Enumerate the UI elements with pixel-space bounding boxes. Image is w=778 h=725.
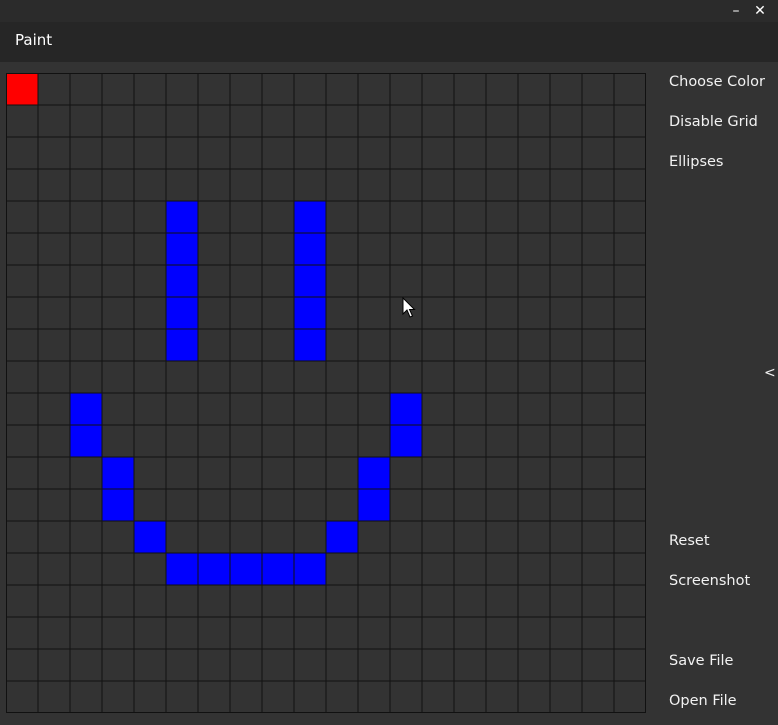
painted-cell[interactable] bbox=[166, 329, 198, 361]
painted-cell[interactable] bbox=[166, 201, 198, 233]
paint-canvas[interactable] bbox=[6, 73, 646, 713]
painted-cell[interactable] bbox=[166, 265, 198, 297]
painted-cell[interactable] bbox=[262, 553, 294, 585]
painted-cell[interactable] bbox=[166, 553, 198, 585]
painted-cell[interactable] bbox=[102, 457, 134, 489]
painted-cell[interactable] bbox=[166, 233, 198, 265]
screenshot-button[interactable]: Screenshot bbox=[669, 573, 750, 589]
painted-cell[interactable] bbox=[166, 297, 198, 329]
ellipses-button[interactable]: Ellipses bbox=[669, 154, 723, 170]
painted-cell[interactable] bbox=[390, 393, 422, 425]
painted-cell[interactable] bbox=[358, 489, 390, 521]
painted-cell[interactable] bbox=[6, 73, 38, 105]
save-file-button[interactable]: Save File bbox=[669, 653, 733, 669]
open-file-button[interactable]: Open File bbox=[669, 693, 737, 709]
painted-cell[interactable] bbox=[70, 425, 102, 457]
painted-cell[interactable] bbox=[102, 489, 134, 521]
app-title: Paint bbox=[15, 31, 53, 49]
pixel-grid[interactable] bbox=[6, 73, 646, 713]
painted-cell[interactable] bbox=[390, 425, 422, 457]
painted-cell[interactable] bbox=[294, 233, 326, 265]
mouse-cursor-icon bbox=[402, 297, 416, 318]
painted-cell[interactable] bbox=[294, 265, 326, 297]
close-icon[interactable]: ✕ bbox=[749, 0, 771, 22]
painted-cell[interactable] bbox=[294, 201, 326, 233]
painted-cell[interactable] bbox=[294, 297, 326, 329]
painted-cell[interactable] bbox=[134, 521, 166, 553]
painted-cell[interactable] bbox=[198, 553, 230, 585]
painted-cell[interactable] bbox=[230, 553, 262, 585]
disable-grid-button[interactable]: Disable Grid bbox=[669, 114, 758, 130]
minimize-icon[interactable]: – bbox=[725, 0, 747, 22]
choose-color-button[interactable]: Choose Color bbox=[669, 74, 765, 90]
painted-cell[interactable] bbox=[358, 457, 390, 489]
painted-cell[interactable] bbox=[294, 329, 326, 361]
window-titlebar: – ✕ bbox=[0, 0, 778, 22]
painted-cell[interactable] bbox=[326, 521, 358, 553]
painted-cell[interactable] bbox=[70, 393, 102, 425]
reset-button[interactable]: Reset bbox=[669, 533, 710, 549]
painted-cell[interactable] bbox=[294, 553, 326, 585]
app-header: Paint bbox=[0, 22, 778, 62]
collapse-sidebar-icon[interactable]: < bbox=[764, 365, 776, 381]
